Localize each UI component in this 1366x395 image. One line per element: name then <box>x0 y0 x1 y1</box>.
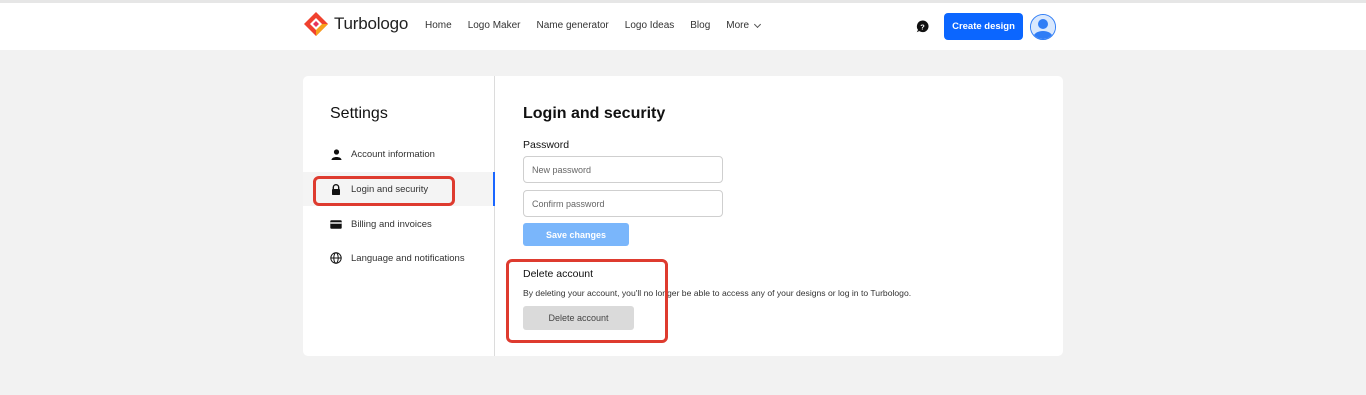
chat-help-icon[interactable]: ? <box>916 20 929 33</box>
site-header: Turbologo Home Logo Maker Name generator… <box>0 3 1366 50</box>
password-label: Password <box>523 139 570 151</box>
page-title: Login and security <box>523 105 666 122</box>
svg-text:?: ? <box>920 22 925 31</box>
credit-card-icon <box>330 218 342 230</box>
sidebar-item-label: Account information <box>351 148 435 160</box>
sidebar-item-label: Login and security <box>351 183 429 195</box>
brand-logo[interactable]: Turbologo <box>304 12 408 36</box>
globe-icon <box>330 252 342 264</box>
sidebar-item-label: Billing and invoices <box>351 218 432 230</box>
nav-more-label: More <box>726 20 750 31</box>
nav-more[interactable]: More <box>726 20 762 31</box>
lock-icon <box>330 183 342 195</box>
delete-account-title: Delete account <box>523 268 594 280</box>
save-changes-button[interactable]: Save changes <box>523 223 629 246</box>
sidebar-item-language-and-notifications[interactable]: Language and notifications <box>303 241 495 275</box>
confirm-password-input[interactable] <box>523 190 723 217</box>
new-password-input[interactable] <box>523 156 723 183</box>
sidebar-item-account-information[interactable]: Account information <box>303 137 495 171</box>
sidebar-item-label: Language and notifications <box>351 252 465 264</box>
create-design-button[interactable]: Create design <box>944 13 1023 40</box>
sidebar-title: Settings <box>330 105 388 122</box>
nav-logo-ideas[interactable]: Logo Ideas <box>625 20 675 31</box>
person-icon <box>330 148 342 160</box>
nav-blog[interactable]: Blog <box>690 20 710 31</box>
nav-home[interactable]: Home <box>425 20 452 31</box>
settings-sidebar: Settings Account information Login and s… <box>303 76 495 356</box>
chevron-down-icon <box>754 20 762 28</box>
delete-account-button[interactable]: Delete account <box>523 306 634 330</box>
nav-logo-maker[interactable]: Logo Maker <box>468 20 521 31</box>
main-nav: Home Logo Maker Name generator Logo Idea… <box>425 20 776 31</box>
sidebar-item-billing-and-invoices[interactable]: Billing and invoices <box>303 207 495 241</box>
brand-name: Turbologo <box>334 14 409 33</box>
settings-card: Settings Account information Login and s… <box>303 76 1063 356</box>
user-avatar-icon[interactable] <box>1030 14 1056 40</box>
sidebar-item-login-and-security[interactable]: Login and security <box>303 172 495 206</box>
turbologo-logo-icon <box>304 12 328 36</box>
nav-name-generator[interactable]: Name generator <box>537 20 609 31</box>
delete-account-description: By deleting your account, you'll no long… <box>523 288 912 298</box>
